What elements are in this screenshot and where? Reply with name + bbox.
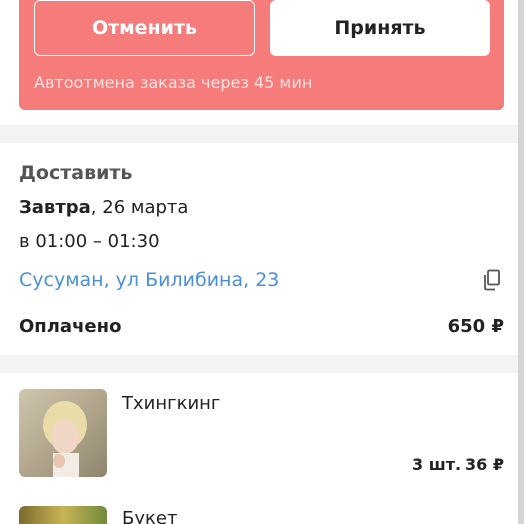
payment-status-label: Оплачено bbox=[19, 316, 122, 337]
item-quantity: 3 шт. bbox=[412, 455, 462, 474]
scrollbar-thumb[interactable] bbox=[518, 0, 524, 524]
accept-order-button[interactable]: Принять bbox=[270, 0, 490, 56]
delivery-heading: Доставить bbox=[19, 162, 133, 184]
delivery-address-link[interactable]: Сусуман, ул Билибина, 23 bbox=[19, 269, 279, 291]
item-price: 36 ₽ bbox=[465, 455, 504, 474]
copy-icon[interactable] bbox=[480, 268, 504, 292]
item-thumbnail[interactable] bbox=[19, 506, 107, 524]
order-action-banner: Отменить Принять Автоотмена заказа через… bbox=[19, 0, 504, 110]
delivery-date-rest: , 26 марта bbox=[90, 197, 189, 218]
autocancel-notice: Автоотмена заказа через 45 мин bbox=[34, 73, 313, 92]
item-name[interactable]: Букет bbox=[122, 508, 177, 524]
section-divider bbox=[0, 125, 518, 143]
section-divider bbox=[0, 355, 518, 373]
cancel-order-button[interactable]: Отменить bbox=[34, 0, 255, 56]
delivery-date: Завтра, 26 марта bbox=[19, 197, 188, 218]
item-thumbnail[interactable] bbox=[19, 389, 107, 477]
delivery-time: в 01:00 – 01:30 bbox=[19, 231, 160, 252]
payment-amount: 650 ₽ bbox=[447, 316, 504, 337]
item-name[interactable]: Тхингкинг bbox=[122, 393, 220, 414]
scrollbar[interactable] bbox=[518, 0, 524, 524]
delivery-date-day: Завтра bbox=[19, 197, 91, 218]
